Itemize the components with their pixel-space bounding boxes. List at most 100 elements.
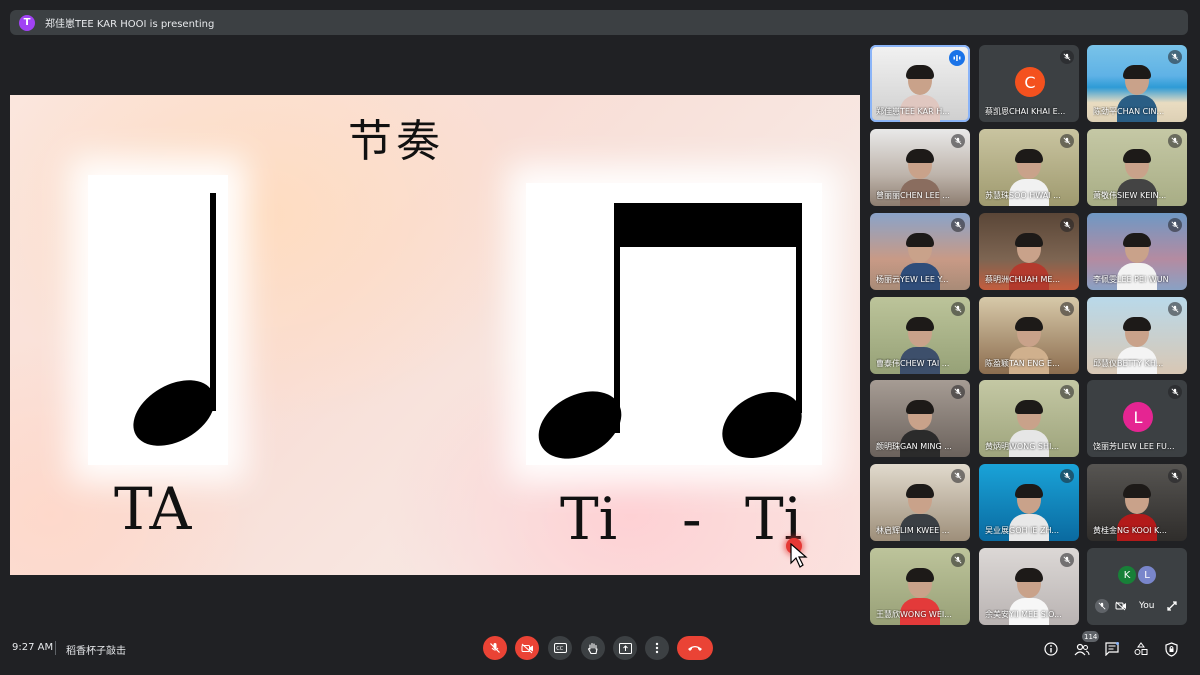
mic-off-icon [1168, 134, 1182, 148]
more-options-button[interactable] [645, 636, 669, 660]
meeting-name: 稻香杯子敲击 [66, 646, 126, 657]
mic-off-icon [1168, 218, 1182, 232]
beamed-eighth-notes-icon [538, 203, 802, 459]
info-icon [1044, 642, 1058, 656]
participant-tile[interactable]: 王慧欣WONG WEI... [870, 548, 970, 625]
participant-name: 李佩雯LEE PEI WUN [1093, 275, 1169, 284]
participant-tile[interactable]: 陈盈颖TAN ENG E... [979, 297, 1079, 374]
mic-off-icon [490, 643, 500, 653]
mic-off-icon [1060, 385, 1074, 399]
mouse-cursor-icon [790, 543, 808, 568]
eighth-notes-card [526, 183, 822, 465]
self-camera-off-icon[interactable] [1115, 596, 1127, 615]
mic-off-icon [1168, 50, 1182, 64]
captions-button[interactable]: CC [548, 636, 572, 660]
speaking-indicator-icon [949, 50, 965, 66]
self-controls: You [1095, 596, 1177, 615]
participant-tile[interactable]: 苏慧珠SOO HWAI ... [979, 129, 1079, 206]
participant-name: 陈劲平CHAN CIN... [1093, 107, 1165, 116]
presenting-banner: T 郑佳崽TEE KAR HOOI is presenting [10, 10, 1188, 35]
participant-name: 颜明珠GAN MING ... [876, 442, 952, 451]
expand-icon[interactable] [1166, 596, 1177, 615]
host-controls-button[interactable] [1162, 640, 1180, 658]
participant-avatar: C [1015, 67, 1045, 97]
camera-off-icon [521, 643, 533, 653]
participant-name: 黄桂金NG KOOI K... [1093, 526, 1167, 535]
participant-tile[interactable]: 曾丽丽CHEN LEE ... [870, 129, 970, 206]
participant-tile[interactable]: 李佩雯LEE PEI WUN [1087, 213, 1187, 290]
participant-name: 陈盈颖TAN ENG E... [985, 359, 1060, 368]
participant-tile[interactable]: L 饶丽芳LIEW LEE FU... [1087, 380, 1187, 457]
captions-icon: CC [553, 643, 567, 653]
self-avatar-k: K [1118, 566, 1136, 584]
leave-call-button[interactable] [677, 636, 713, 660]
present-screen-icon [618, 642, 632, 654]
mic-off-icon [1168, 469, 1182, 483]
people-button[interactable] [1073, 640, 1091, 658]
participant-tile[interactable]: 郑佳崽TEE KAR H... [870, 45, 970, 122]
participant-tile[interactable]: 黄炳明WONG SHI... [979, 380, 1079, 457]
participant-tile[interactable]: C 蔡凯恩CHAI KHAI E... [979, 45, 1079, 122]
participant-name: 郑佳崽TEE KAR H... [876, 107, 950, 116]
mic-off-icon [1060, 302, 1074, 316]
participant-name: 邱慧仪BETTY KH... [1093, 359, 1164, 368]
mic-off-icon [1060, 50, 1074, 64]
slide-title: 节奏 [348, 116, 444, 167]
participant-tile[interactable]: 陈劲平CHAN CIN... [1087, 45, 1187, 122]
self-mic-off-icon[interactable] [1095, 598, 1109, 613]
activities-button[interactable] [1132, 640, 1150, 658]
syllable-dash: - [682, 485, 702, 553]
mic-off-icon [951, 134, 965, 148]
divider [55, 641, 56, 655]
participant-name: 饶丽芳LIEW LEE FU... [1093, 442, 1175, 451]
you-label: You [1139, 600, 1155, 611]
participant-name: 苏慧珠SOO HWAI ... [985, 191, 1061, 200]
mic-toggle-button[interactable] [483, 636, 507, 660]
participant-tile[interactable]: 萧敬伟SIEW KEIN... [1087, 129, 1187, 206]
mic-off-icon [951, 385, 965, 399]
participant-tile[interactable]: 杨丽云YEW LEE Y... [870, 213, 970, 290]
presenting-text: 郑佳崽TEE KAR HOOI is presenting [45, 19, 215, 30]
mic-off-icon [951, 469, 965, 483]
participant-tile[interactable]: 林启辉LIM KWEE ... [870, 464, 970, 541]
self-avatar-l: L [1138, 566, 1156, 584]
camera-toggle-button[interactable] [515, 636, 539, 660]
participant-tile[interactable]: 曹泰伟CHEW TAI ... [870, 297, 970, 374]
chat-icon [1105, 642, 1119, 656]
quarter-note-icon [133, 193, 216, 446]
participant-tile[interactable]: 黄桂金NG KOOI K... [1087, 464, 1187, 541]
syllable-ta: TA [114, 475, 192, 543]
presentation-slide: 节奏 TA Ti - Ti [10, 95, 860, 575]
activities-icon [1134, 642, 1148, 655]
quarter-note-card [88, 175, 228, 465]
participant-tile[interactable]: 邱慧仪BETTY KH... [1087, 297, 1187, 374]
participant-tile[interactable]: 吴业展GOH IE ZH... [979, 464, 1079, 541]
mic-off-icon [1060, 553, 1074, 567]
chat-button[interactable] [1103, 640, 1121, 658]
participant-name: 蔡明洲CHUAH ME... [985, 275, 1061, 284]
participant-name: 曹泰伟CHEW TAI ... [876, 359, 950, 368]
mic-off-icon [1060, 469, 1074, 483]
presenter-avatar: T [19, 14, 35, 31]
participant-tile[interactable]: 蔡明洲CHUAH ME... [979, 213, 1079, 290]
hand-icon [587, 642, 598, 654]
raise-hand-button[interactable] [581, 636, 605, 660]
mic-off-icon [951, 553, 965, 567]
clock: 9:27 AM [12, 642, 54, 653]
mic-off-icon [951, 302, 965, 316]
mic-off-icon [1060, 134, 1074, 148]
syllable-ti-1: Ti [560, 485, 618, 553]
participant-avatar: L [1123, 402, 1153, 432]
self-tile[interactable]: K L You [1087, 548, 1187, 625]
mic-off-icon [951, 218, 965, 232]
participant-name: 余美安YII MEE SIO... [985, 610, 1062, 619]
participant-tile[interactable]: 颜明珠GAN MING ... [870, 380, 970, 457]
participant-name: 曾丽丽CHEN LEE ... [876, 191, 950, 200]
participant-name: 吴业展GOH IE ZH... [985, 526, 1059, 535]
shield-lock-icon [1164, 641, 1178, 657]
meeting-details-button[interactable] [1042, 640, 1060, 658]
present-button[interactable] [613, 636, 637, 660]
mic-off-icon [1168, 302, 1182, 316]
participant-tile[interactable]: 余美安YII MEE SIO... [979, 548, 1079, 625]
more-vert-icon [655, 642, 659, 654]
